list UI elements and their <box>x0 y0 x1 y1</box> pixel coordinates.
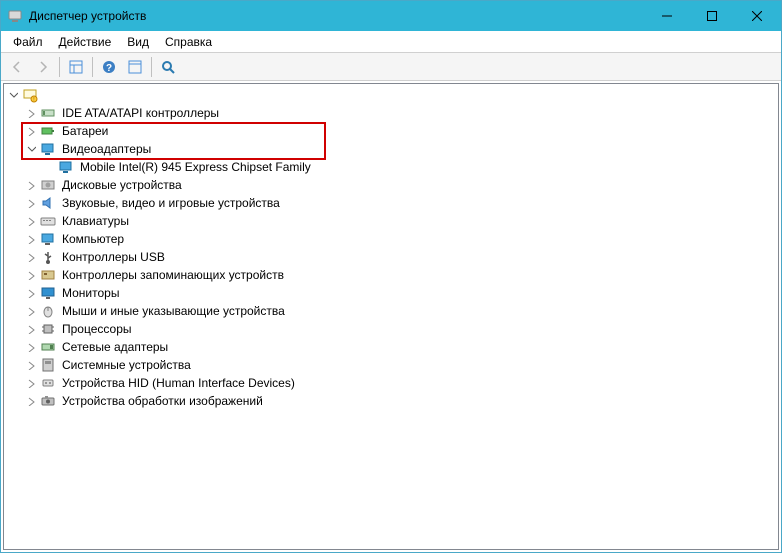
mouse-icon <box>40 303 56 319</box>
imaging-device-icon <box>40 393 56 409</box>
hid-icon <box>40 375 56 391</box>
tree-item-display-adapters[interactable]: Видеоадаптеры <box>4 140 778 158</box>
expand-icon[interactable] <box>26 234 37 245</box>
display-adapter-icon <box>40 141 56 157</box>
help-button[interactable]: ? <box>97 55 121 79</box>
monitor-icon <box>40 285 56 301</box>
toolbar-separator <box>92 57 93 77</box>
expand-icon[interactable] <box>26 198 37 209</box>
menu-action[interactable]: Действие <box>51 33 120 51</box>
device-manager-window: Диспетчер устройств Файл Действие Вид Сп… <box>0 0 782 553</box>
sound-icon <box>40 195 56 211</box>
tree-item-imaging[interactable]: Устройства обработки изображений <box>4 392 778 410</box>
svg-text:!: ! <box>33 97 34 103</box>
battery-icon <box>40 123 56 139</box>
tree-item-system-devices[interactable]: Системные устройства <box>4 356 778 374</box>
expand-icon[interactable] <box>26 180 37 191</box>
tree-item-label: Видеоадаптеры <box>60 142 153 156</box>
close-button[interactable] <box>734 2 779 31</box>
computer-icon <box>40 231 56 247</box>
tree-item-sound[interactable]: Звуковые, видео и игровые устройства <box>4 194 778 212</box>
expand-icon[interactable] <box>26 108 37 119</box>
window-title: Диспетчер устройств <box>29 9 644 23</box>
window-controls <box>644 2 779 31</box>
expand-icon[interactable] <box>26 216 37 227</box>
expand-icon[interactable] <box>26 324 37 335</box>
tree-item-monitors[interactable]: Мониторы <box>4 284 778 302</box>
tree-item-label: Системные устройства <box>60 358 193 372</box>
tree-item-label: Процессоры <box>60 322 134 336</box>
network-adapter-icon <box>40 339 56 355</box>
tree-item-hid[interactable]: Устройства HID (Human Interface Devices) <box>4 374 778 392</box>
forward-button <box>31 55 55 79</box>
tree-item-label: Клавиатуры <box>60 214 131 228</box>
expand-icon[interactable] <box>26 396 37 407</box>
tree-root[interactable]: ! <box>4 86 778 104</box>
toolbar-separator <box>151 57 152 77</box>
tree-item-processors[interactable]: Процессоры <box>4 320 778 338</box>
ide-controller-icon <box>40 105 56 121</box>
maximize-button[interactable] <box>689 2 734 31</box>
titlebar[interactable]: Диспетчер устройств <box>1 1 781 31</box>
expand-icon[interactable] <box>26 270 37 281</box>
tree-item-label: Мониторы <box>60 286 121 300</box>
menu-view[interactable]: Вид <box>119 33 157 51</box>
processor-icon <box>40 321 56 337</box>
expand-icon[interactable] <box>26 360 37 371</box>
tree-item-label: Контроллеры запоминающих устройств <box>60 268 286 282</box>
expand-icon[interactable] <box>26 342 37 353</box>
svg-text:?: ? <box>106 63 112 74</box>
display-adapter-icon <box>58 159 74 175</box>
expand-icon[interactable] <box>26 378 37 389</box>
back-button <box>5 55 29 79</box>
tree-item-computer[interactable]: Компьютер <box>4 230 778 248</box>
show-hide-tree-button[interactable] <box>64 55 88 79</box>
tree-item-label: Компьютер <box>60 232 126 246</box>
tree-item-label: Мыши и иные указывающие устройства <box>60 304 287 318</box>
tree-item-display-device[interactable]: Mobile Intel(R) 945 Express Chipset Fami… <box>4 158 778 176</box>
device-tree[interactable]: ! IDE ATA/ATAPI контроллеры Батареи <box>3 83 779 550</box>
usb-icon <box>40 249 56 265</box>
tree-item-keyboard[interactable]: Клавиатуры <box>4 212 778 230</box>
collapse-icon[interactable] <box>26 144 37 155</box>
menu-file[interactable]: Файл <box>5 33 51 51</box>
expand-icon[interactable] <box>26 252 37 263</box>
tree-item-label: Батареи <box>60 124 110 138</box>
keyboard-icon <box>40 213 56 229</box>
tree-item-label: Устройства HID (Human Interface Devices) <box>60 376 297 390</box>
expand-icon[interactable] <box>26 288 37 299</box>
disk-drive-icon <box>40 177 56 193</box>
storage-controller-icon <box>40 267 56 283</box>
tree-item-label: Звуковые, видео и игровые устройства <box>60 196 282 210</box>
properties-button[interactable] <box>123 55 147 79</box>
tree-item-network[interactable]: Сетевые адаптеры <box>4 338 778 356</box>
scan-hardware-button[interactable] <box>156 55 180 79</box>
expand-icon[interactable] <box>8 90 19 101</box>
tree-item-label: Mobile Intel(R) 945 Express Chipset Fami… <box>78 160 313 174</box>
toolbar-separator <box>59 57 60 77</box>
tree-item-disk[interactable]: Дисковые устройства <box>4 176 778 194</box>
tree-item-batteries[interactable]: Батареи <box>4 122 778 140</box>
app-icon <box>7 8 23 24</box>
tree-item-mice[interactable]: Мыши и иные указывающие устройства <box>4 302 778 320</box>
tree-item-usb[interactable]: Контроллеры USB <box>4 248 778 266</box>
menu-bar: Файл Действие Вид Справка <box>1 31 781 53</box>
tree-item-ide[interactable]: IDE ATA/ATAPI контроллеры <box>4 104 778 122</box>
system-device-icon <box>40 357 56 373</box>
toolbar: ? <box>1 53 781 81</box>
tree-item-storage-controllers[interactable]: Контроллеры запоминающих устройств <box>4 266 778 284</box>
menu-help[interactable]: Справка <box>157 33 220 51</box>
expand-icon[interactable] <box>26 126 37 137</box>
tree-item-label: Сетевые адаптеры <box>60 340 170 354</box>
tree-item-label: IDE ATA/ATAPI контроллеры <box>60 106 221 120</box>
expand-icon[interactable] <box>26 306 37 317</box>
tree-item-label: Дисковые устройства <box>60 178 184 192</box>
minimize-button[interactable] <box>644 2 689 31</box>
content-area: ! IDE ATA/ATAPI контроллеры Батареи <box>1 81 781 552</box>
tree-item-label: Контроллеры USB <box>60 250 167 264</box>
computer-icon: ! <box>22 87 38 103</box>
tree-item-label: Устройства обработки изображений <box>60 394 265 408</box>
